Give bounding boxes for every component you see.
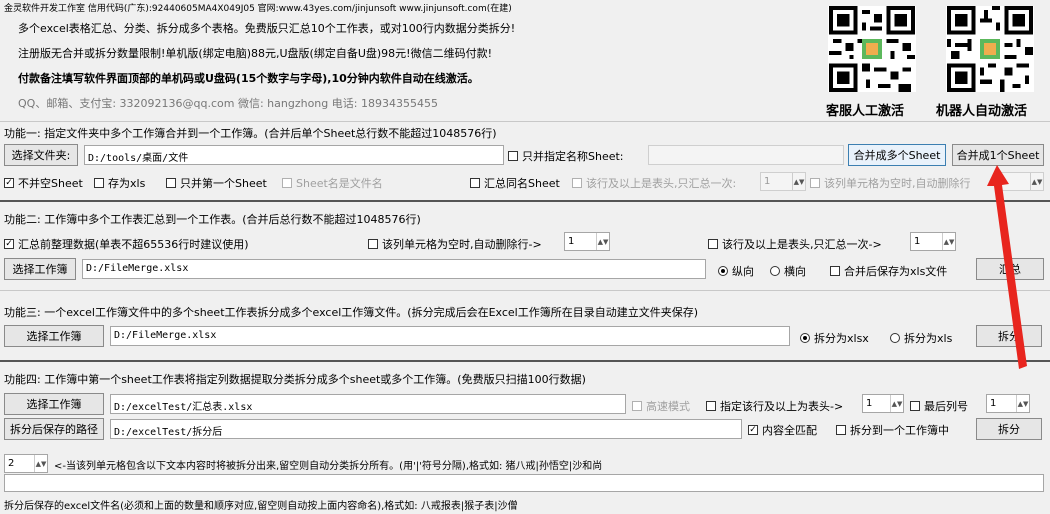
f2-empty-col-checkbox[interactable]: 该列单元格为空时,自动删除行-> <box>368 236 542 252</box>
divider <box>0 200 1050 202</box>
f4-title: 功能四: 工作簿中第一个sheet工作表将指定列数据提取分类拆分成多个sheet… <box>4 373 586 386</box>
divider <box>0 121 1050 122</box>
f3-workbook-path-input[interactable]: D:/FileMerge.xlsx <box>110 326 790 346</box>
vertical-radio[interactable]: 纵向 <box>718 263 754 279</box>
spin-arrows-icon[interactable]: ▲▼ <box>34 455 47 472</box>
f2-empty-col-stepper[interactable]: 1 ▲▼ <box>564 232 610 251</box>
intro-line-2: 注册版无合并或拆分数量限制!单机版(绑定电脑)88元,U盘版(绑定自备U盘)98… <box>18 47 492 60</box>
f1-title: 功能一: 指定文件夹中多个工作簿合并到一个工作簿。(合并后单个Sheet总行数不… <box>4 127 497 140</box>
intro-line-3: 付款备注填写软件界面顶部的单机码或U盘码(15个数字与字母),10分钟内软件自动… <box>18 72 479 85</box>
f4-header-rows-stepper[interactable]: 1 ▲▼ <box>862 394 904 413</box>
divider <box>0 290 1050 291</box>
split-values-input[interactable] <box>4 474 1044 492</box>
fast-mode-checkbox[interactable]: 高速模式 <box>632 398 690 414</box>
select-folder-button[interactable]: 选择文件夹: <box>4 144 78 166</box>
name-hint: 拆分后保存的excel文件名(必须和上面的数量和顺序对应,留空则自动按上面内容命… <box>4 501 518 512</box>
save-xls-checkbox[interactable]: 存为xls <box>94 175 145 191</box>
contact-line: QQ、邮箱、支付宝: 332092136@qq.com 微信: hangzhon… <box>18 97 438 110</box>
f2-select-workbook-button[interactable]: 选择工作簿 <box>4 258 76 280</box>
f2-header-rows-stepper[interactable]: 1 ▲▼ <box>910 232 956 251</box>
f4-select-workbook-button[interactable]: 选择工作簿 <box>4 393 104 415</box>
split-xlsx-radio[interactable]: 拆分为xlsx <box>800 330 869 346</box>
spin-arrows-icon[interactable]: ▲▼ <box>890 395 903 412</box>
qr1-caption: 客服人工激活 <box>826 104 905 119</box>
company-line: 金灵软件开发工作室 信用代码(广东):92440605MA4X049J05 官网… <box>4 4 512 14</box>
f2-header-rows-checkbox[interactable]: 该行及以上是表头,只汇总一次-> <box>708 236 882 252</box>
f1-empty-col-checkbox[interactable]: 该列单元格为空时,自动删除行 <box>810 175 971 191</box>
spin-arrows-icon[interactable]: ▲▼ <box>1030 173 1043 190</box>
sum-button[interactable]: 汇总 <box>976 258 1044 280</box>
col-number-stepper[interactable]: 2 ▲▼ <box>4 454 48 473</box>
intro-line-1: 多个excel表格汇总、分类、拆分成多个表格。免费版只汇总10个工作表，或对10… <box>18 22 516 35</box>
no-empty-sheet-checkbox[interactable]: ✓ 不并空Sheet <box>4 175 83 191</box>
only-named-sheet-checkbox[interactable]: 只并指定名称Sheet: <box>508 148 624 164</box>
spin-arrows-icon[interactable]: ▲▼ <box>942 233 955 250</box>
f1-header-rows-checkbox[interactable]: 该行及以上是表头,只汇总一次: <box>572 175 736 191</box>
folder-path-input[interactable]: D:/tools/桌面/文件 <box>84 145 504 165</box>
f3-title: 功能三: 一个excel工作簿文件中的多个sheet工作表拆分成多个excel工… <box>4 306 698 319</box>
horizontal-radio[interactable]: 横向 <box>770 263 806 279</box>
f1-empty-col-stepper[interactable]: 1 ▲▼ <box>996 172 1044 191</box>
last-col-stepper[interactable]: 1 ▲▼ <box>986 394 1030 413</box>
only-first-sheet-checkbox[interactable]: 只并第一个Sheet <box>166 175 267 191</box>
spin-arrows-icon[interactable]: ▲▼ <box>1016 395 1029 412</box>
tidy-before-checkbox[interactable]: ✓ 汇总前整理数据(单表不超65536行时建议使用) <box>4 236 249 252</box>
f4-workbook-path-input[interactable]: D:/excelTest/汇总表.xlsx <box>110 394 626 414</box>
full-match-checkbox[interactable]: ✓ 内容全匹配 <box>748 422 817 438</box>
save-path-input[interactable]: D:/excelTest/拆分后 <box>110 419 742 439</box>
f2-title: 功能二: 工作簿中多个工作表汇总到一个工作表。(合并后总行数不能超过104857… <box>4 213 421 226</box>
last-col-checkbox[interactable]: 最后列号 <box>910 398 968 414</box>
qr-code-icon <box>828 6 916 92</box>
split-xls-radio[interactable]: 拆分为xls <box>890 330 952 346</box>
spin-arrows-icon[interactable]: ▲▼ <box>596 233 609 250</box>
save-path-button[interactable]: 拆分后保存的路径 <box>4 418 104 440</box>
f2-save-xls-checkbox[interactable]: 合并后保存为xls文件 <box>830 263 947 279</box>
merge-one-sheet-button[interactable]: 合并成1个Sheet <box>952 144 1044 166</box>
f2-workbook-path-input[interactable]: D:/FileMerge.xlsx <box>82 259 706 279</box>
qr2-caption: 机器人自动激活 <box>936 104 1028 119</box>
divider <box>0 360 1050 362</box>
spin-arrows-icon[interactable]: ▲▼ <box>792 173 805 190</box>
f1-header-rows-stepper[interactable]: 1 ▲▼ <box>760 172 806 191</box>
split-to-one-checkbox[interactable]: 拆分到一个工作簿中 <box>836 422 949 438</box>
f3-select-workbook-button[interactable]: 选择工作簿 <box>4 325 104 347</box>
col-hint: <-当该列单元格包含以下文本内容时将被拆分出来,留空则自动分类拆分所有。(用'|… <box>54 461 603 472</box>
sum-same-sheet-checkbox[interactable]: 汇总同名Sheet <box>470 175 560 191</box>
f4-split-button[interactable]: 拆分 <box>976 418 1042 440</box>
qr-code-icon <box>946 6 1034 92</box>
merge-multi-sheet-button[interactable]: 合并成多个Sheet <box>848 144 946 166</box>
sheet-name-input[interactable] <box>648 145 844 165</box>
f4-header-rows-checkbox[interactable]: 指定该行及以上为表头-> <box>706 398 843 414</box>
sheet-name-is-file-checkbox[interactable]: Sheet名是文件名 <box>282 175 383 191</box>
f3-split-button[interactable]: 拆分 <box>976 325 1042 347</box>
